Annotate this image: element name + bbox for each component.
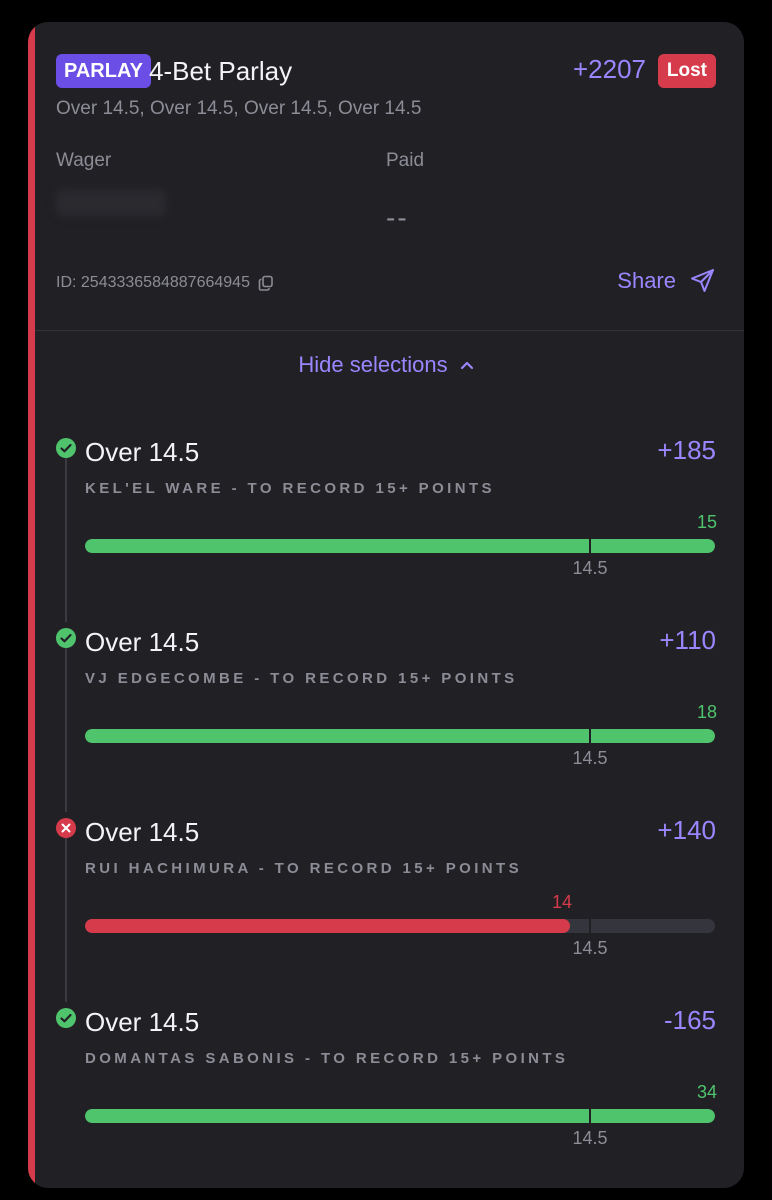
progress-fill — [85, 1109, 715, 1123]
selection-title: Over 14.5 — [85, 437, 200, 467]
check-circle-icon — [56, 1008, 76, 1028]
bet-title: 4-Bet Parlay — [149, 56, 293, 86]
line-marker — [589, 536, 591, 556]
total-odds: +2207 — [572, 54, 646, 84]
actual-value: 15 — [696, 512, 717, 532]
progress-bar — [85, 539, 715, 553]
progress-fill — [85, 539, 715, 553]
selection-connector — [65, 458, 67, 622]
check-circle-icon — [56, 438, 76, 458]
line-value: 14.5 — [572, 1128, 608, 1148]
line-marker — [589, 726, 591, 746]
selection-item: Over 14.5 -165 DOMANTAS SABONIS - TO RECOR… — [28, 1002, 744, 1188]
chevron-up-icon — [460, 360, 474, 370]
selection-market: KEL'EL WARE - TO RECORD 15+ POINTS — [85, 480, 495, 497]
hide-selections-label: Hide selections — [298, 352, 448, 377]
copy-icon[interactable] — [258, 275, 274, 291]
bet-id-row: ID: 2543336584887664945 — [56, 274, 274, 292]
bet-card: PARLAY 4-Bet Parlay +2207 Lost Over 14.5… — [28, 22, 744, 1188]
wager-label: Wager — [56, 150, 112, 171]
progress-bar — [85, 919, 715, 933]
selection-market: VJ EDGECOMBE - TO RECORD 15+ POINTS — [85, 670, 518, 687]
selection-market: RUI HACHIMURA - TO RECORD 15+ POINTS — [85, 860, 523, 877]
progress-fill — [85, 729, 715, 743]
line-marker — [589, 916, 591, 936]
selection-odds: -165 — [663, 1005, 716, 1035]
selection-connector — [65, 838, 67, 1002]
selection-market: DOMANTAS SABONIS - TO RECORD 15+ POINTS — [85, 1050, 569, 1067]
actual-value: 14 — [551, 892, 572, 912]
progress-bar — [85, 1109, 715, 1123]
selection-odds: +140 — [657, 815, 716, 845]
share-label: Share — [617, 268, 676, 293]
status-badge: Lost — [657, 54, 716, 88]
selection-item: Over 14.5 +110 VJ EDGECOMBE - TO RECORD 15… — [28, 622, 744, 812]
selection-title: Over 14.5 — [85, 1007, 200, 1037]
wager-value-redacted — [56, 190, 166, 216]
selection-item: Over 14.5 +140 RUI HACHIMURA - TO RECORD 1… — [28, 812, 744, 1002]
x-circle-icon — [56, 818, 76, 838]
selection-odds: +110 — [659, 625, 716, 655]
paid-label: Paid — [386, 150, 425, 171]
selection-odds: +185 — [657, 435, 716, 465]
actual-value: 18 — [696, 702, 717, 722]
line-marker — [589, 1106, 591, 1126]
line-value: 14.5 — [572, 938, 608, 958]
selection-title: Over 14.5 — [85, 817, 200, 847]
paid-value: -- — [386, 202, 409, 233]
check-circle-icon — [56, 628, 76, 648]
bet-id: ID: 2543336584887664945 — [56, 274, 250, 291]
selection-connector — [65, 648, 67, 812]
progress-fill — [85, 919, 570, 933]
divider — [35, 330, 744, 331]
parlay-badge: PARLAY — [56, 54, 151, 88]
actual-value: 34 — [696, 1082, 717, 1102]
selection-item: Over 14.5 +185 KEL'EL WARE - TO RECORD 15+… — [28, 432, 744, 622]
line-value: 14.5 — [572, 558, 608, 578]
selection-title: Over 14.5 — [85, 627, 200, 657]
bet-subtitle: Over 14.5, Over 14.5, Over 14.5, Over 14… — [56, 98, 422, 119]
share-button[interactable]: Share — [617, 268, 716, 294]
line-value: 14.5 — [572, 748, 608, 768]
hide-selections-toggle[interactable]: Hide selections — [28, 352, 744, 378]
progress-bar — [85, 729, 715, 743]
send-icon — [690, 268, 716, 294]
